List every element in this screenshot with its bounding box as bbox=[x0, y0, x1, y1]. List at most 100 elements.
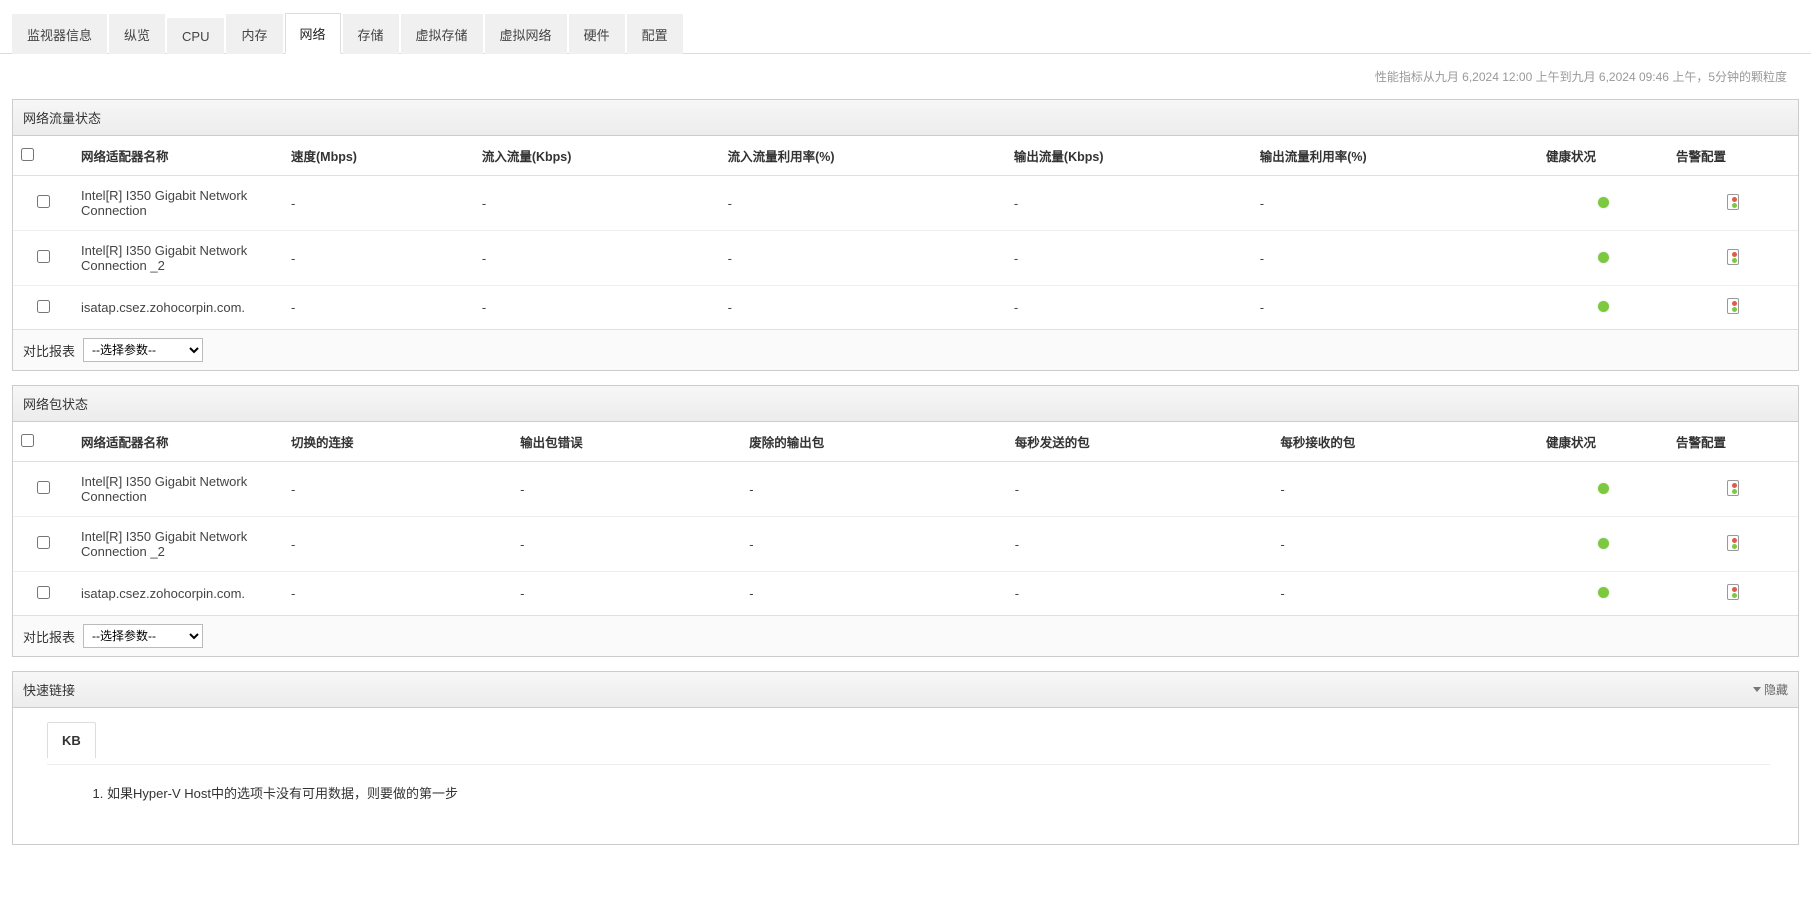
tab-网络[interactable]: 网络 bbox=[285, 13, 341, 54]
cell: - bbox=[474, 286, 720, 330]
cell: - bbox=[1272, 462, 1538, 517]
cell: - bbox=[1272, 572, 1538, 616]
cell: - bbox=[1252, 286, 1538, 330]
adapter-name: Intel[R] I350 Gigabit Network Connection bbox=[73, 462, 283, 517]
table-row: Intel[R] I350 Gigabit Network Connection… bbox=[13, 517, 1798, 572]
col-header: 健康状况 bbox=[1538, 422, 1668, 462]
cell: - bbox=[1006, 231, 1252, 286]
compare-label: 对比报表 bbox=[23, 341, 75, 360]
cell: - bbox=[474, 176, 720, 231]
col-header: 速度(Mbps) bbox=[283, 136, 474, 176]
alert-config-icon[interactable] bbox=[1727, 480, 1739, 496]
row-checkbox[interactable] bbox=[37, 536, 50, 549]
cell: - bbox=[1007, 572, 1273, 616]
cell: - bbox=[283, 176, 474, 231]
packet-footer: 对比报表 --选择参数-- bbox=[13, 615, 1798, 656]
tab-虚拟存储[interactable]: 虚拟存储 bbox=[401, 14, 483, 54]
col-header: 网络适配器名称 bbox=[73, 136, 283, 176]
health-status-icon bbox=[1598, 483, 1609, 494]
adapter-name: Intel[R] I350 Gigabit Network Connection… bbox=[73, 517, 283, 572]
col-header: 健康状况 bbox=[1538, 136, 1668, 176]
cell: - bbox=[720, 286, 1006, 330]
cell: - bbox=[1006, 286, 1252, 330]
cell: - bbox=[283, 462, 512, 517]
cell: - bbox=[474, 231, 720, 286]
col-header: 告警配置 bbox=[1668, 422, 1798, 462]
cell: - bbox=[283, 286, 474, 330]
health-status-icon bbox=[1598, 301, 1609, 312]
alert-config-icon[interactable] bbox=[1727, 249, 1739, 265]
cell: - bbox=[512, 462, 741, 517]
adapter-name: isatap.csez.zohocorpin.com. bbox=[73, 286, 283, 330]
col-header: 每秒接收的包 bbox=[1272, 422, 1538, 462]
cell: - bbox=[741, 462, 1007, 517]
row-checkbox[interactable] bbox=[37, 250, 50, 263]
network-traffic-panel: 网络流量状态 网络适配器名称 速度(Mbps) 流入流量(Kbps) 流入流量利… bbox=[12, 99, 1799, 371]
traffic-table: 网络适配器名称 速度(Mbps) 流入流量(Kbps) 流入流量利用率(%) 输… bbox=[13, 136, 1798, 329]
alert-config-icon[interactable] bbox=[1727, 194, 1739, 210]
tab-硬件[interactable]: 硬件 bbox=[569, 14, 625, 54]
cell: - bbox=[1006, 176, 1252, 231]
adapter-name: Intel[R] I350 Gigabit Network Connection bbox=[73, 176, 283, 231]
health-status-icon bbox=[1598, 252, 1609, 263]
cell: - bbox=[512, 517, 741, 572]
main-tabs: 监视器信息纵览CPU内存网络存储虚拟存储虚拟网络硬件配置 bbox=[0, 0, 1811, 54]
cell: - bbox=[1007, 462, 1273, 517]
row-checkbox[interactable] bbox=[37, 481, 50, 494]
cell: - bbox=[720, 231, 1006, 286]
cell: - bbox=[512, 572, 741, 616]
tab-存储[interactable]: 存储 bbox=[343, 14, 399, 54]
col-header: 流入流量(Kbps) bbox=[474, 136, 720, 176]
tab-配置[interactable]: 配置 bbox=[627, 14, 683, 54]
quick-links-panel: 快速链接 隐藏 KB 如果Hyper-V Host中的选项卡没有可用数据，则要做… bbox=[12, 671, 1799, 845]
row-checkbox[interactable] bbox=[37, 195, 50, 208]
tab-虚拟网络[interactable]: 虚拟网络 bbox=[485, 14, 567, 54]
health-status-icon bbox=[1598, 197, 1609, 208]
cell: - bbox=[1252, 231, 1538, 286]
alert-config-icon[interactable] bbox=[1727, 535, 1739, 551]
compare-select[interactable]: --选择参数-- bbox=[83, 624, 203, 648]
col-header: 废除的输出包 bbox=[741, 422, 1007, 462]
kb-content: 如果Hyper-V Host中的选项卡没有可用数据，则要做的第一步 bbox=[47, 764, 1770, 826]
tab-纵览[interactable]: 纵览 bbox=[109, 14, 165, 54]
adapter-name: Intel[R] I350 Gigabit Network Connection… bbox=[73, 231, 283, 286]
traffic-footer: 对比报表 --选择参数-- bbox=[13, 329, 1798, 370]
table-row: isatap.csez.zohocorpin.com.----- bbox=[13, 572, 1798, 616]
select-all-checkbox[interactable] bbox=[21, 148, 34, 161]
cell: - bbox=[283, 231, 474, 286]
health-status-icon bbox=[1598, 587, 1609, 598]
compare-label: 对比报表 bbox=[23, 627, 75, 646]
panel-title: 网络流量状态 bbox=[23, 108, 101, 127]
network-packet-panel: 网络包状态 网络适配器名称 切换的连接 输出包错误 废除的输出包 每秒发送的包 … bbox=[12, 385, 1799, 657]
time-range-info: 性能指标从九月 6,2024 12:00 上午到九月 6,2024 09:46 … bbox=[0, 54, 1811, 93]
kb-link[interactable]: 如果Hyper-V Host中的选项卡没有可用数据，则要做的第一步 bbox=[107, 783, 1722, 802]
cell: - bbox=[283, 517, 512, 572]
hide-label: 隐藏 bbox=[1764, 681, 1788, 698]
col-header: 每秒发送的包 bbox=[1007, 422, 1273, 462]
row-checkbox[interactable] bbox=[37, 300, 50, 313]
packet-table: 网络适配器名称 切换的连接 输出包错误 废除的输出包 每秒发送的包 每秒接收的包… bbox=[13, 422, 1798, 615]
col-header: 输出流量利用率(%) bbox=[1252, 136, 1538, 176]
compare-select[interactable]: --选择参数-- bbox=[83, 338, 203, 362]
panel-header: 网络包状态 bbox=[13, 386, 1798, 422]
cell: - bbox=[1272, 517, 1538, 572]
panel-header: 快速链接 隐藏 bbox=[13, 672, 1798, 708]
cell: - bbox=[283, 572, 512, 616]
hide-button[interactable]: 隐藏 bbox=[1753, 681, 1788, 698]
select-all-checkbox[interactable] bbox=[21, 434, 34, 447]
tab-CPU[interactable]: CPU bbox=[167, 18, 224, 54]
col-header: 网络适配器名称 bbox=[73, 422, 283, 462]
kb-tab-row: KB bbox=[13, 708, 1798, 764]
cell: - bbox=[720, 176, 1006, 231]
panel-header: 网络流量状态 bbox=[13, 100, 1798, 136]
table-row: Intel[R] I350 Gigabit Network Connection… bbox=[13, 231, 1798, 286]
adapter-name: isatap.csez.zohocorpin.com. bbox=[73, 572, 283, 616]
row-checkbox[interactable] bbox=[37, 586, 50, 599]
kb-tab[interactable]: KB bbox=[47, 722, 96, 758]
tab-内存[interactable]: 内存 bbox=[226, 14, 282, 54]
alert-config-icon[interactable] bbox=[1727, 584, 1739, 600]
tab-监视器信息[interactable]: 监视器信息 bbox=[12, 14, 107, 54]
col-header: 输出流量(Kbps) bbox=[1006, 136, 1252, 176]
alert-config-icon[interactable] bbox=[1727, 298, 1739, 314]
cell: - bbox=[1252, 176, 1538, 231]
